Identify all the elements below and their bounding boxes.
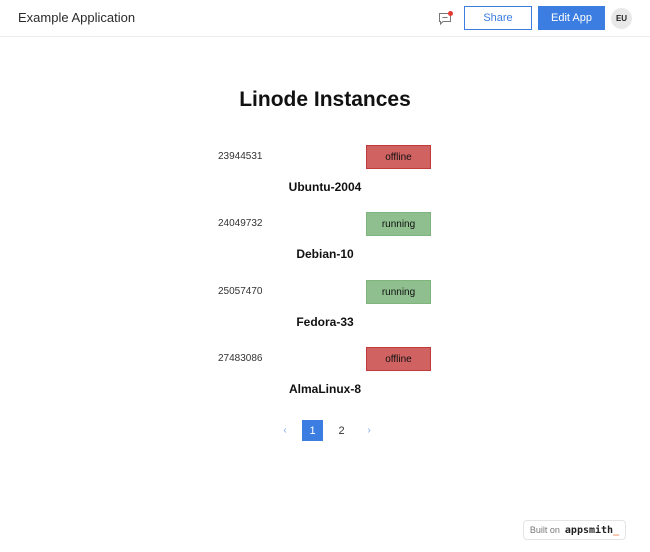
chevron-right-icon[interactable]: › (356, 425, 382, 436)
comments-button[interactable] (438, 11, 454, 26)
instance-id: 25057470 (218, 286, 263, 297)
status-badge[interactable]: offline (366, 145, 431, 169)
instance-card: 25057470 running Fedora-33 (0, 280, 650, 340)
brand-cursor: _ (613, 524, 620, 536)
user-avatar[interactable]: EU (611, 8, 632, 29)
page-button-1[interactable]: 1 (302, 420, 323, 441)
app-title: Example Application (18, 10, 136, 25)
status-badge[interactable]: running (366, 280, 431, 304)
chevron-left-icon[interactable]: ‹ (272, 425, 298, 436)
brand-text: appsmith (564, 524, 614, 536)
instance-card: 27483086 offline AlmaLinux-8 (0, 347, 650, 407)
built-on-label: Built on (529, 525, 560, 535)
built-on-appsmith-badge[interactable]: Built on appsmith_ (523, 520, 626, 540)
app-header: Example Application Share Edit App EU (0, 0, 650, 37)
instance-card: 23944531 offline Ubuntu-2004 (0, 145, 650, 205)
edit-app-button[interactable]: Edit App (538, 6, 605, 30)
instance-name: AlmaLinux-8 (288, 382, 361, 396)
comment-icon (439, 11, 453, 26)
page-title: Linode Instances (239, 88, 411, 111)
status-badge[interactable]: offline (366, 347, 431, 371)
appsmith-logo: appsmith_ (565, 525, 619, 536)
instance-name: Debian-10 (296, 247, 354, 261)
notification-dot-icon (448, 11, 453, 16)
instance-id: 27483086 (218, 353, 263, 364)
share-button[interactable]: Share (464, 6, 532, 30)
instance-id: 23944531 (218, 151, 263, 162)
instance-name: Fedora-33 (296, 315, 354, 329)
instance-name: Ubuntu-2004 (288, 180, 362, 194)
instance-card: 24049732 running Debian-10 (0, 212, 650, 272)
pagination: ‹ 1 2 › (272, 420, 382, 441)
page-button-2[interactable]: 2 (331, 420, 352, 441)
instance-id: 24049732 (218, 218, 263, 229)
status-badge[interactable]: running (366, 212, 431, 236)
